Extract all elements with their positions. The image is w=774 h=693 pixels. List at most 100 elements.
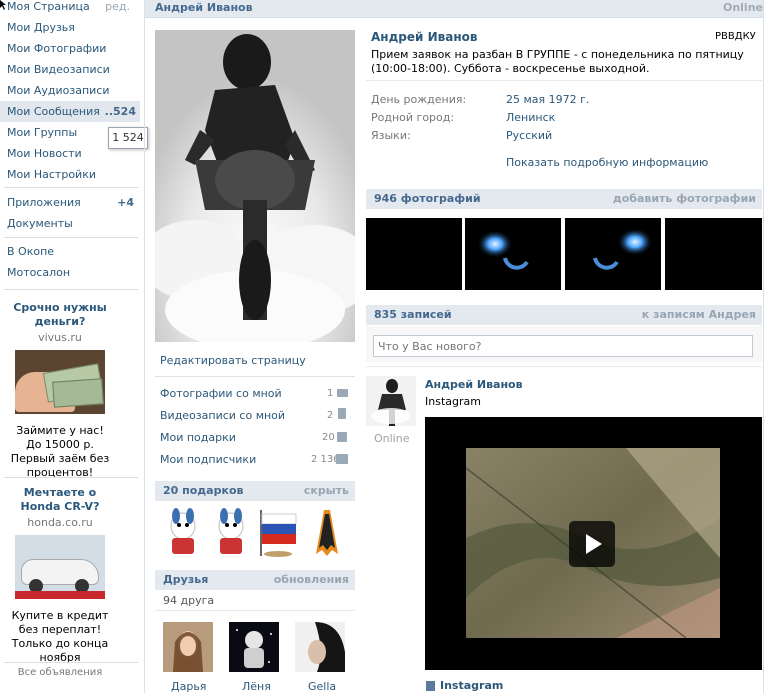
menu-label: Мотосалон <box>7 266 71 279</box>
divider <box>155 610 355 611</box>
friend-photo <box>295 622 345 672</box>
menu-my-page[interactable]: Моя Страница ред. <box>0 0 140 17</box>
column-divider <box>763 0 764 693</box>
friend-photo <box>229 622 279 672</box>
photo-thumb[interactable] <box>565 218 661 290</box>
link-count: 20 <box>322 432 335 443</box>
photos-with-me-link[interactable]: Фотографии со мной <box>160 387 282 400</box>
ad-image-money[interactable] <box>15 350 105 414</box>
gift-item[interactable] <box>308 508 346 558</box>
wall-title: 835 записей <box>374 308 452 321</box>
divider <box>155 376 355 377</box>
videos-with-me-link[interactable]: Видеозаписи со мной <box>160 409 285 422</box>
divider <box>4 289 138 290</box>
menu-label: Мои Фотографии <box>7 42 107 55</box>
divider <box>366 80 762 81</box>
menu-label: Мои Аудиозаписи <box>7 84 110 97</box>
edit-page-link[interactable]: Редактировать страницу <box>160 354 306 367</box>
wall-post-input[interactable] <box>373 335 753 357</box>
menu-audio[interactable]: Мои Аудиозаписи <box>0 80 140 101</box>
friend-avatar[interactable] <box>163 622 213 672</box>
video-player[interactable] <box>425 417 762 670</box>
edit-link[interactable]: ред. <box>105 0 130 17</box>
friend-name[interactable]: Дарья <box>171 680 206 693</box>
column-divider <box>144 0 145 693</box>
ad-title[interactable]: Мечтаете о Honda CR-V? <box>0 486 120 514</box>
gift-item[interactable] <box>256 508 298 558</box>
post-author-name[interactable]: Андрей Иванов <box>425 378 523 391</box>
online-status: Online <box>722 1 763 14</box>
gift-item[interactable] <box>212 508 250 558</box>
gift-ribbon-icon <box>316 510 338 556</box>
birthday-value[interactable]: 25 мая 1972 г. <box>506 93 589 106</box>
photos-bar[interactable]: 946 фотографий добавить фотографии <box>366 189 762 209</box>
menu-friends[interactable]: Мои Друзья <box>0 17 140 38</box>
ad-text[interactable]: Купите в кредит без переплат! Только до … <box>0 609 120 665</box>
gift-dog-icon <box>218 508 244 554</box>
video-attachment-link[interactable]: Instagram <box>440 679 503 692</box>
link-count: 2 <box>327 410 334 421</box>
menu-label: Документы <box>7 217 73 230</box>
header-name: Андрей Иванов <box>155 1 253 14</box>
gifts-title: 20 подарков <box>163 484 244 497</box>
play-button[interactable] <box>569 521 615 567</box>
hide-gifts-link[interactable]: скрыть <box>304 481 349 501</box>
menu-videos[interactable]: Мои Видеозаписи <box>0 59 140 80</box>
add-photos-link[interactable]: добавить фотографии <box>613 189 756 209</box>
menu-apps[interactable]: Приложения +4 <box>0 192 140 213</box>
friends-count: 94 друга <box>163 594 215 607</box>
friends-title: Друзья <box>163 573 209 586</box>
link-label: Мои подписчики <box>160 453 257 466</box>
show-more-info-link[interactable]: Показать подробную информацию <box>506 156 708 169</box>
friends-updates-link[interactable]: обновления <box>274 570 349 590</box>
post-author-avatar[interactable] <box>366 376 416 426</box>
profile-avatar[interactable] <box>155 30 355 342</box>
link-label: Видеозаписи со мной <box>160 409 286 422</box>
menu-photos[interactable]: Мои Фотографии <box>0 38 140 59</box>
to-wall-link[interactable]: к записям Андрея <box>642 305 756 325</box>
photo-image <box>465 218 561 290</box>
photo-thumb[interactable] <box>465 218 561 290</box>
gift-item[interactable] <box>164 508 202 558</box>
ad-image-car[interactable] <box>15 535 105 599</box>
my-gifts-link[interactable]: Мои подарки <box>160 431 236 444</box>
ad-block[interactable]: Мечтаете о Honda CR-V? honda.co.ru Купит… <box>0 486 120 665</box>
menu-motosalon[interactable]: Мотосалон <box>0 262 140 283</box>
banknote-shape <box>52 378 104 408</box>
languages-value[interactable]: Русский <box>506 129 552 142</box>
author-online-status: Online <box>374 432 410 445</box>
ad-text[interactable]: Займите у нас! До 15000 р. Первый заём б… <box>0 424 120 480</box>
photo-thumb[interactable] <box>366 218 462 290</box>
all-ads-link[interactable]: Все объявления <box>0 667 120 678</box>
menu-label: Мои Видеозаписи <box>7 63 110 76</box>
camera-icon <box>337 389 348 397</box>
gifts-bar[interactable]: 20 подарков скрыть <box>155 481 355 501</box>
ad-red-strip <box>15 591 105 599</box>
hometown-label: Родной город: <box>371 111 455 124</box>
friend-name[interactable]: Gella <box>308 680 336 693</box>
menu-messages[interactable]: Мои Сообщения ..524 <box>0 101 140 122</box>
ad-block[interactable]: Срочно нужны деньги? vivus.ru Займите у … <box>0 301 120 480</box>
ad-title[interactable]: Срочно нужны деньги? <box>0 301 120 329</box>
friend-name[interactable]: Лёня <box>242 680 271 693</box>
birthday-label: День рождения: <box>371 93 467 106</box>
author-photo <box>366 376 416 426</box>
film-icon <box>426 681 435 691</box>
profile-status[interactable]: Прием заявок на разбан В ГРУППЕ - с поне… <box>371 48 756 76</box>
ad-domain: honda.co.ru <box>27 516 93 529</box>
friends-bar[interactable]: Друзья обновления <box>155 570 355 590</box>
left-menu: Моя Страница ред. Мои Друзья Мои Фотогра… <box>0 0 140 693</box>
menu-okop[interactable]: В Окопе <box>0 241 140 262</box>
my-followers-link[interactable]: Мои подписчики <box>160 453 256 466</box>
photo-thumb[interactable] <box>665 218 762 290</box>
wall-bar[interactable]: 835 записей к записям Андрея <box>366 305 762 325</box>
menu-documents[interactable]: Документы <box>0 213 140 234</box>
menu-settings[interactable]: Мои Настройки <box>0 164 140 185</box>
link-count: 1 <box>327 388 334 399</box>
friend-avatar[interactable] <box>295 622 345 672</box>
ad-domain: vivus.ru <box>38 331 82 344</box>
link-label: Фотографии со мной <box>160 387 282 400</box>
hometown-value[interactable]: Ленинск <box>506 111 555 124</box>
messages-tooltip: 1 524 <box>108 127 148 149</box>
friend-avatar[interactable] <box>229 622 279 672</box>
